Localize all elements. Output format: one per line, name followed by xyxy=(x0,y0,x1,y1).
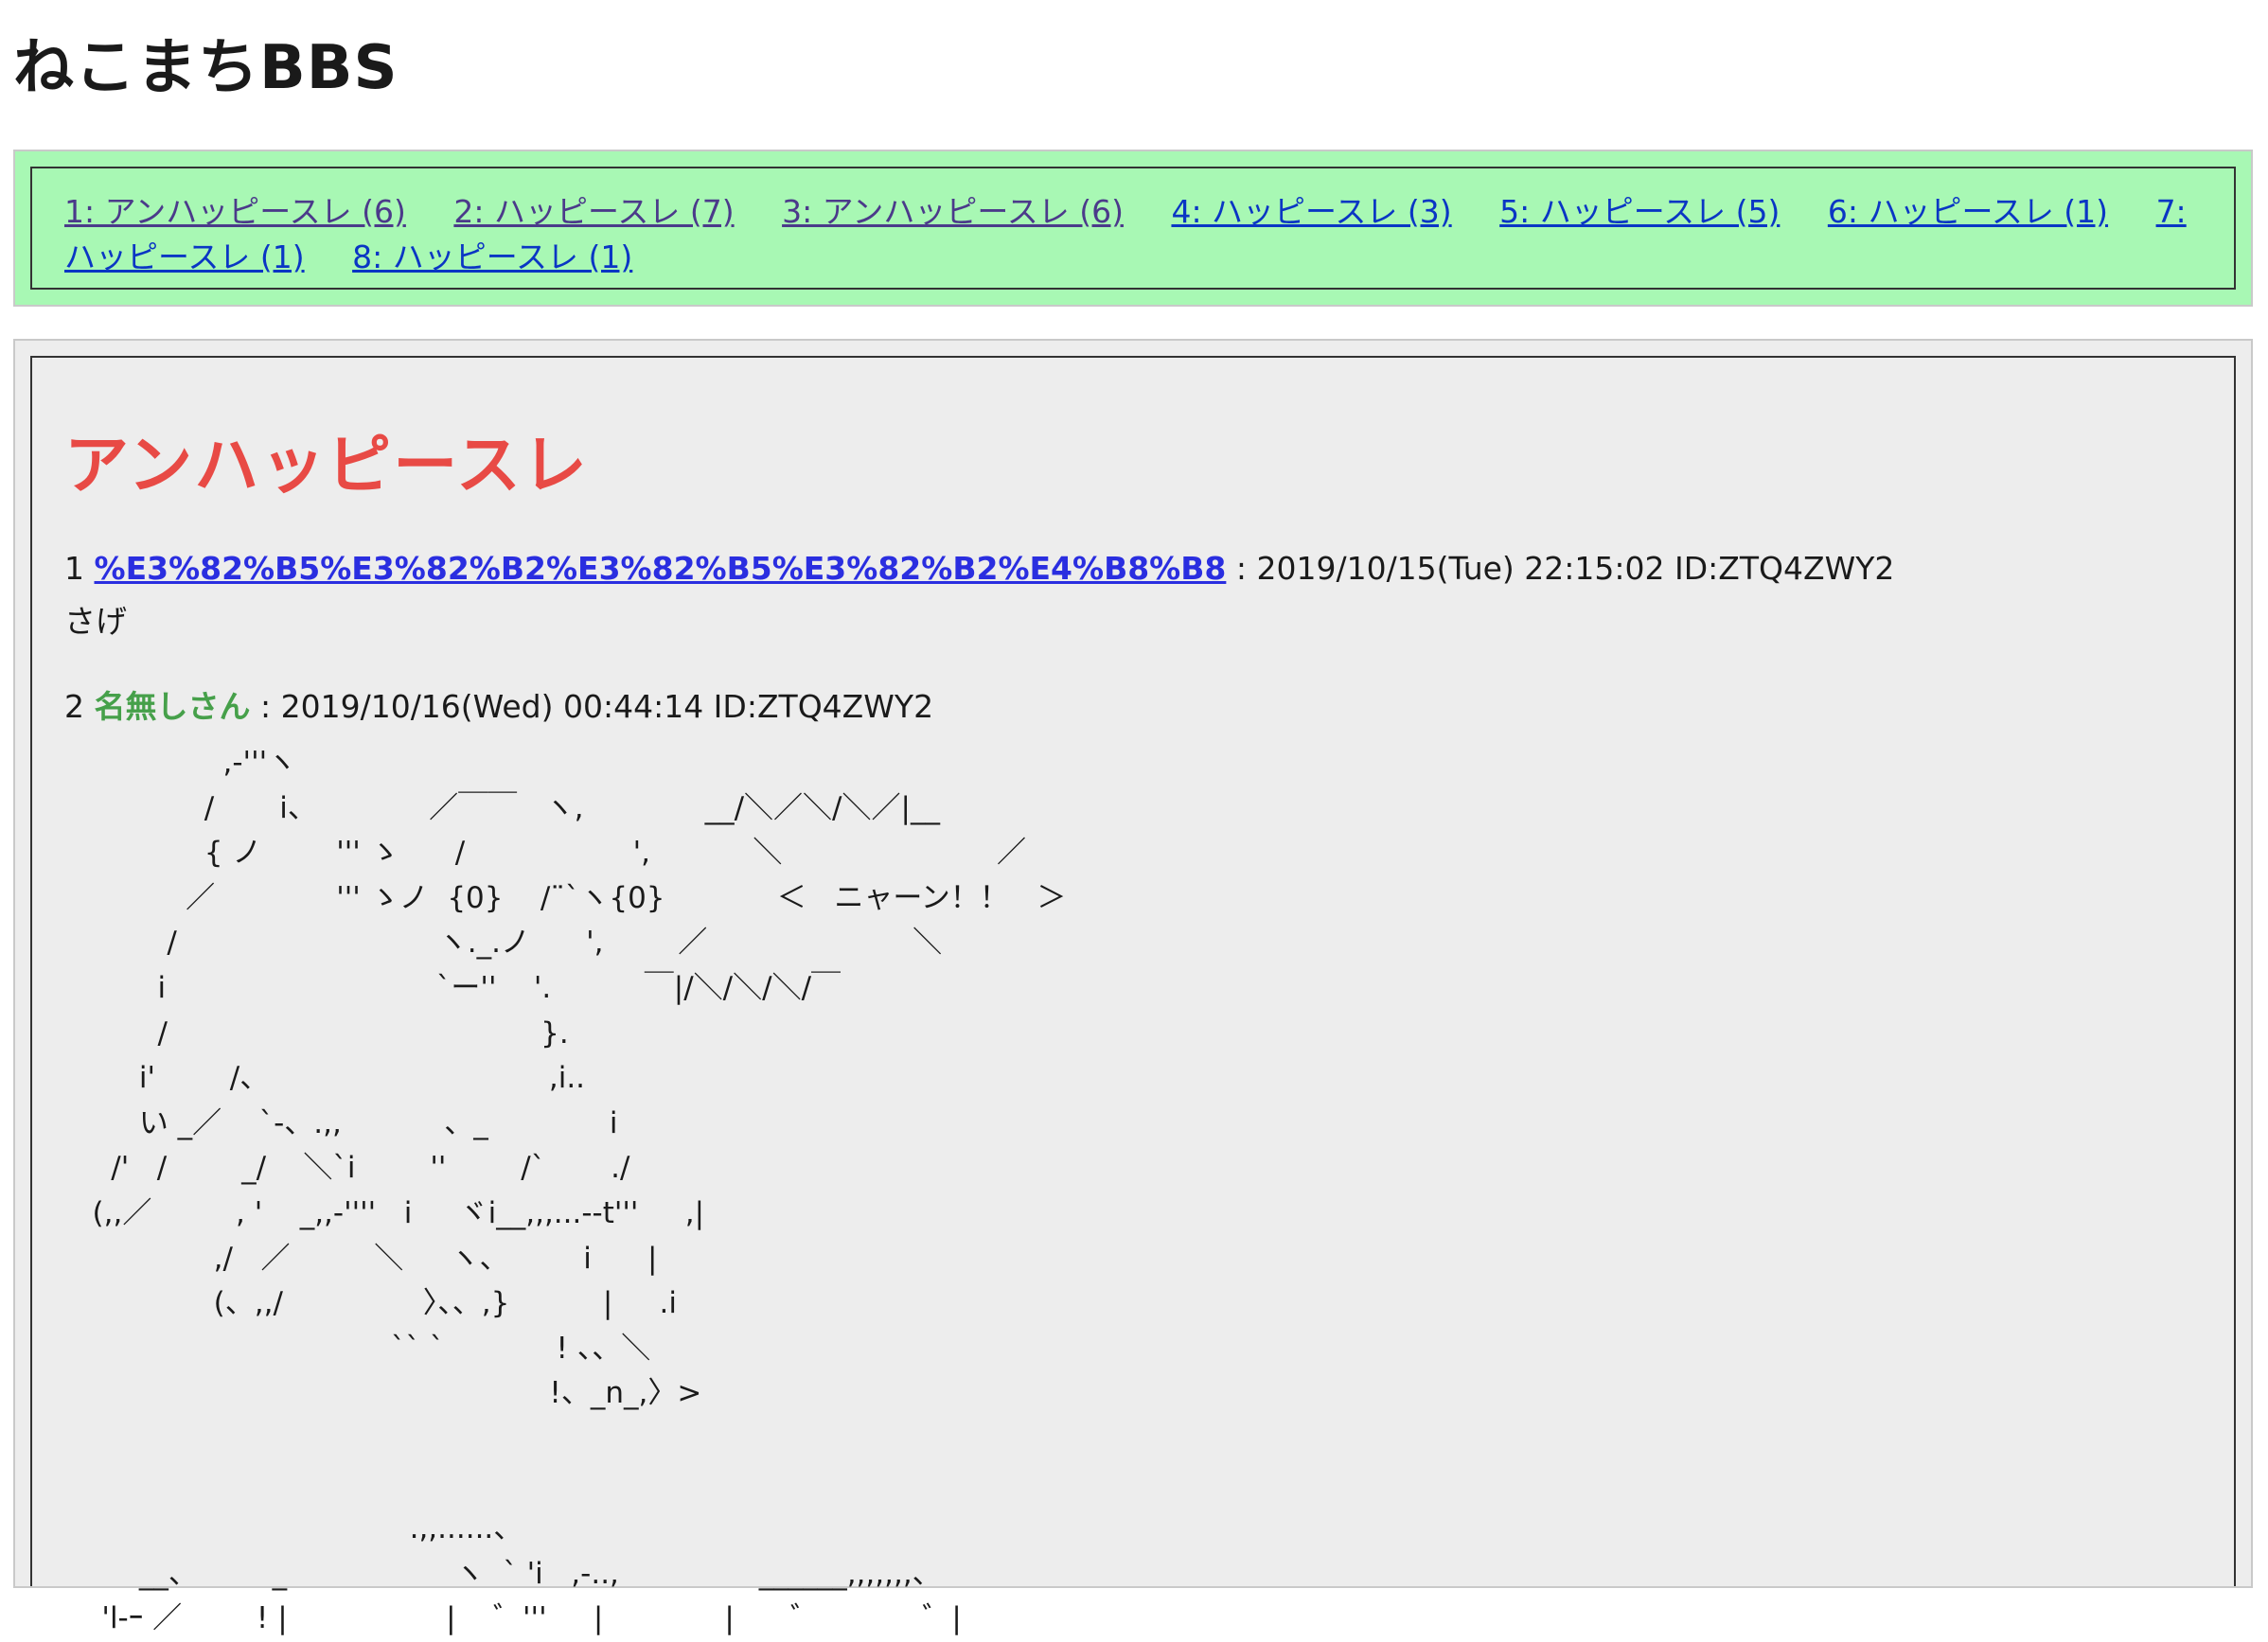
thread-nav-panel: 1: アンハッピースレ (6) 2: ハッピースレ (7) 3: アンハッピース… xyxy=(13,150,2253,307)
post-number: 2 xyxy=(64,688,84,725)
post-meta: : 2019/10/15(Tue) 22:15:02 ID:ZTQ4ZWY2 xyxy=(1226,550,1895,587)
post-number: 1 xyxy=(64,550,84,587)
thread-content: アンハッピースレ 1 %E3%82%B5%E3%82%B2%E3%82%B5%E… xyxy=(30,356,2236,1635)
thread-panel: アンハッピースレ 1 %E3%82%B5%E3%82%B2%E3%82%B5%E… xyxy=(13,339,2253,1635)
nav-thread-link-6[interactable]: 6: ハッピースレ (1) xyxy=(1828,193,2108,230)
post-ascii-art: ,-'''ヽ / i、 ／￣￣ ヽ, __/＼／＼/＼／|__ { ノ ''' … xyxy=(92,746,1067,1636)
nav-thread-link-5[interactable]: 5: ハッピースレ (5) xyxy=(1499,193,1780,230)
thread-title: アンハッピースレ xyxy=(64,429,589,503)
post-meta: : 2019/10/16(Wed) 00:44:14 ID:ZTQ4ZWY2 xyxy=(250,688,934,725)
post-body: さげ xyxy=(64,603,127,640)
nav-thread-link-8[interactable]: 8: ハッピースレ (1) xyxy=(352,238,632,275)
nav-thread-link-4[interactable]: 4: ハッピースレ (3) xyxy=(1171,193,1451,230)
nav-thread-link-1[interactable]: 1: アンハッピースレ (6) xyxy=(64,193,406,230)
site-title: ねこまちBBS xyxy=(13,33,399,103)
nav-thread-link-2[interactable]: 2: ハッピースレ (7) xyxy=(453,193,734,230)
nav-thread-link-3[interactable]: 3: アンハッピースレ (6) xyxy=(782,193,1124,230)
post-header: 1 %E3%82%B5%E3%82%B2%E3%82%B5%E3%82%B2%E… xyxy=(64,542,2202,595)
post-header: 2 名無しさん : 2019/10/16(Wed) 00:44:14 ID:ZT… xyxy=(64,680,2202,733)
thread-nav-list: 1: アンハッピースレ (6) 2: ハッピースレ (7) 3: アンハッピース… xyxy=(30,167,2236,290)
post-author-link[interactable]: %E3%82%B5%E3%82%B2%E3%82%B5%E3%82%B2%E4%… xyxy=(95,550,1227,587)
post-author: 名無しさん xyxy=(94,688,251,725)
